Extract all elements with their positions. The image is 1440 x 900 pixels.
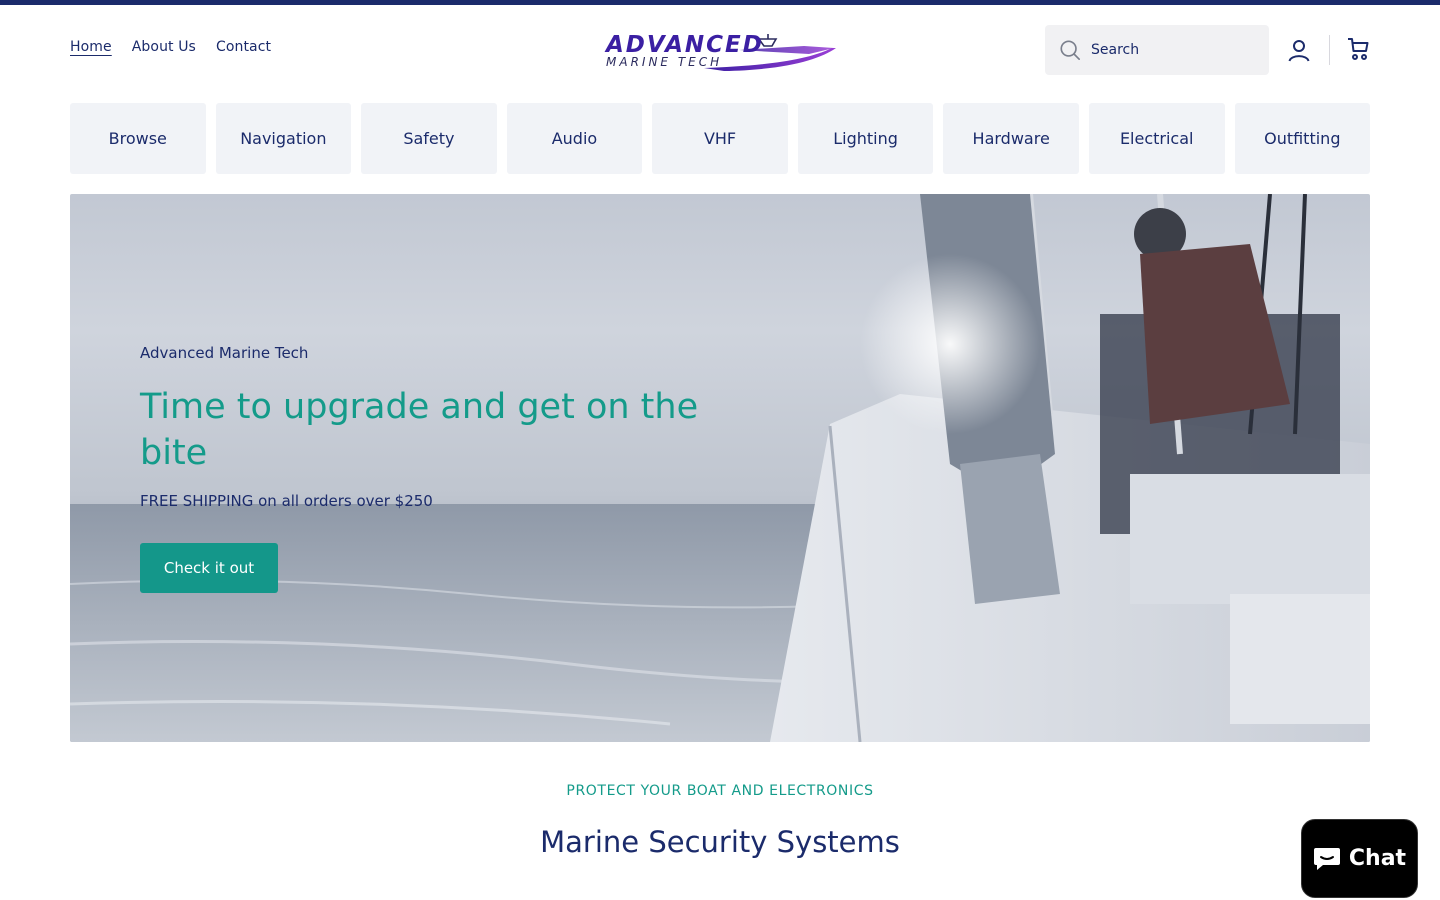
site-logo[interactable]: ADVANCED MARINE TECH (604, 30, 836, 74)
header-divider (1329, 35, 1330, 65)
category-lighting[interactable]: Lighting (797, 103, 934, 174)
category-outfitting[interactable]: Outfitting (1234, 103, 1371, 174)
account-icon[interactable] (1287, 38, 1311, 62)
logo-subtitle: MARINE TECH (606, 55, 723, 69)
category-electrical[interactable]: Electrical (1088, 103, 1225, 174)
category-browse[interactable]: Browse (70, 103, 206, 174)
search-box[interactable] (1045, 25, 1269, 75)
chat-bubble-icon (1313, 847, 1340, 870)
section-eyebrow: PROTECT YOUR BOAT AND ELECTRONICS (566, 783, 874, 799)
hero-eyebrow: Advanced Marine Tech (140, 344, 309, 362)
nav-link-about-us[interactable]: About Us (132, 39, 196, 55)
search-input[interactable] (1091, 42, 1251, 58)
category-safety[interactable]: Safety (361, 103, 497, 174)
hero-banner: Advanced Marine Tech Time to upgrade and… (70, 194, 1370, 742)
site-header: Home About Us Contact ADVANCED MARINE TE… (0, 5, 1440, 95)
nav-link-contact[interactable]: Contact (216, 39, 271, 55)
nav-link-home[interactable]: Home (70, 39, 112, 55)
category-nav: Browse Navigation Safety Audio VHF Light… (70, 103, 1371, 174)
chat-label: Chat (1348, 846, 1407, 871)
search-icon (1060, 40, 1080, 60)
header-nav: Home About Us Contact (70, 39, 271, 55)
cart-icon[interactable] (1347, 37, 1371, 61)
hero-subtext: FREE SHIPPING on all orders over $250 (140, 492, 433, 510)
hero-headline: Time to upgrade and get on the bite (140, 387, 699, 473)
category-navigation[interactable]: Navigation (215, 103, 352, 174)
section-title: Marine Security Systems (540, 825, 900, 859)
category-audio[interactable]: Audio (506, 103, 643, 174)
category-hardware[interactable]: Hardware (943, 103, 1079, 174)
category-vhf[interactable]: VHF (652, 103, 788, 174)
hero-cta-button[interactable]: Check it out (140, 543, 278, 593)
chat-button[interactable]: Chat (1301, 819, 1418, 898)
